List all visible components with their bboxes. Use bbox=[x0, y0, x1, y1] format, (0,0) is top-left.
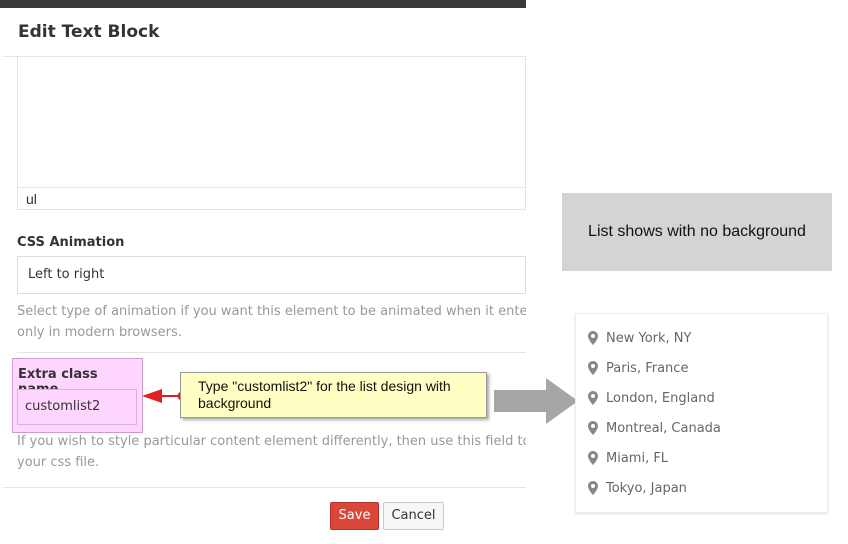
list-item-label: Miami, FL bbox=[606, 450, 669, 466]
list-item-label: Montreal, Canada bbox=[606, 420, 721, 436]
modal-title: Edit Text Block bbox=[18, 22, 160, 42]
list-item: Paris, France bbox=[588, 358, 688, 378]
list-item-label: New York, NY bbox=[606, 330, 692, 346]
list-item: Miami, FL bbox=[588, 448, 668, 468]
extra-class-input[interactable]: customlist2 bbox=[17, 389, 137, 425]
map-marker-icon bbox=[588, 331, 598, 345]
top-dark-bar bbox=[0, 0, 526, 8]
edit-text-block-dialog: Edit Text Block ul CSS Animation Left to… bbox=[3, 8, 527, 544]
modal-header: Edit Text Block bbox=[3, 8, 526, 57]
extra-class-help-line1: If you wish to style particular content … bbox=[17, 434, 526, 449]
field-divider bbox=[17, 352, 526, 353]
list-item: Montreal, Canada bbox=[588, 418, 721, 438]
arrow-right-icon bbox=[494, 378, 578, 424]
location-list-preview: New York, NY Paris, France London, Engla… bbox=[575, 313, 828, 513]
map-marker-icon bbox=[588, 451, 598, 465]
list-item-label: London, England bbox=[606, 390, 715, 406]
list-item-label: Paris, France bbox=[606, 360, 689, 376]
css-animation-help-line1: Select type of animation if you want thi… bbox=[17, 304, 526, 319]
extra-class-highlight: Extra class name customlist2 bbox=[12, 358, 143, 433]
editor-path-status: ul bbox=[18, 187, 527, 209]
map-marker-icon bbox=[588, 361, 598, 375]
list-item: Tokyo, Japan bbox=[588, 478, 687, 498]
cancel-button[interactable]: Cancel bbox=[383, 502, 444, 530]
annotation-callout: Type "customlist2" for the list design w… bbox=[180, 372, 487, 418]
css-animation-select[interactable]: Left to right bbox=[17, 256, 526, 294]
css-animation-label: CSS Animation bbox=[17, 235, 125, 250]
list-item-label: Tokyo, Japan bbox=[606, 480, 687, 496]
list-item: New York, NY bbox=[588, 328, 691, 348]
css-animation-help-line2: only in modern browsers. bbox=[17, 325, 182, 340]
no-background-note: List shows with no background bbox=[562, 193, 832, 271]
map-marker-icon bbox=[588, 481, 598, 495]
footer-divider bbox=[3, 487, 526, 488]
list-item: London, England bbox=[588, 388, 715, 408]
map-marker-icon bbox=[588, 391, 598, 405]
save-button[interactable]: Save bbox=[330, 502, 379, 530]
text-editor[interactable]: ul bbox=[17, 57, 527, 210]
map-marker-icon bbox=[588, 421, 598, 435]
extra-class-help-line2: your css file. bbox=[17, 455, 100, 470]
